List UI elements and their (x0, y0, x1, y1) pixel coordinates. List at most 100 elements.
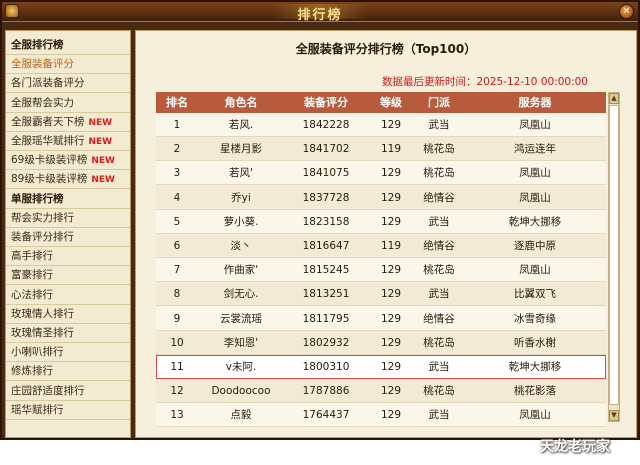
scroll-down-arrow-icon[interactable]: ▼ (609, 410, 619, 421)
sidebar-item-label: 全服帮会实力 (11, 96, 74, 109)
ranking-panel: 全服装备评分排行榜（Top100） 数据最后更新时间：2025-12-10 00… (135, 30, 637, 438)
new-badge: NEW (91, 175, 115, 186)
sidebar-item[interactable]: 装备评分排行 (6, 228, 130, 247)
sidebar-item[interactable]: 瑶华赋排行 (6, 401, 130, 420)
ranking-window: 排行榜 ✕ 全服排行榜 全服装备评分 各门派装备评分 全服帮会实力 全服霸者天下榜 NEW… (0, 0, 640, 440)
table-cell: 桃花岛 (423, 336, 455, 349)
table-cell: 凤凰山 (519, 167, 551, 180)
sidebar-item-label: 小喇叭排行 (11, 346, 64, 359)
sidebar-item[interactable]: 全服瑶华赋排行 NEW (6, 132, 130, 151)
update-time-label: 数据最后更新时间：2025-12-10 00:00:00 (381, 76, 588, 88)
table-cell: 4 (173, 191, 181, 204)
sidebar-section-header: 全服排行榜 (6, 36, 130, 55)
table-cell: 9 (173, 312, 181, 325)
scroll-up-arrow-icon[interactable]: ▲ (609, 93, 619, 104)
column-header[interactable]: 装备评分 (284, 92, 368, 113)
sidebar-item-label: 玫瑰情人排行 (11, 307, 74, 320)
table-cell: 鸿运连年 (514, 143, 556, 156)
sidebar-item-label: 富豪排行 (11, 269, 53, 282)
column-header[interactable]: 排名 (156, 92, 198, 113)
table-cell: 若风. (228, 119, 254, 131)
sidebar-item[interactable]: 高手排行 (6, 247, 130, 267)
sidebar-item[interactable]: 玫瑰情人排行 (6, 305, 130, 324)
watermark: 天龙老玩家 (540, 439, 610, 455)
table-cell: 3 (173, 167, 181, 180)
table-cell: 1764437 (302, 409, 350, 422)
sidebar-item-label: 庄园舒适度排行 (11, 384, 85, 397)
sidebar-item[interactable]: 全服霸者天下榜 NEW (6, 113, 130, 132)
sidebar-section-header: 单服排行榜 (6, 190, 130, 209)
table-cell: 1841702 (302, 143, 350, 156)
table-cell: 冰雪奇缘 (514, 312, 556, 325)
table-row[interactable]: 13 点毅 1764437 129 武当 凤凰山 (156, 403, 606, 428)
table-row[interactable]: 1 若风. 1842228 129 武当 凤凰山 (156, 113, 606, 137)
new-badge: NEW (88, 137, 113, 147)
column-header[interactable]: 门派 (414, 92, 464, 113)
table-cell: 13 (170, 409, 184, 422)
table-cell: 星楼月影 (220, 143, 262, 156)
table-cell: 乔yi (231, 191, 251, 204)
sidebar-item[interactable]: 修炼排行 (6, 362, 130, 382)
sidebar-item[interactable]: 玫瑰情圣排行 (6, 324, 130, 343)
table-cell: 1811795 (302, 312, 350, 325)
sidebar-item[interactable]: 小喇叭排行 (6, 343, 130, 363)
sidebar-item-label: 修炼排行 (11, 365, 53, 378)
table-cell: 桃花岛 (423, 385, 455, 398)
table-row[interactable]: 8 剑无心. 1813251 129 武当 比翼双飞 (156, 282, 606, 307)
table-row[interactable]: 11 v未阿. 1800310 129 武当 乾坤大挪移 (156, 355, 606, 379)
table-row[interactable]: 4 乔yi 1837728 129 绝情谷 凤凰山 (156, 185, 606, 210)
sidebar-item[interactable]: 89级卡级装评榜 NEW (6, 170, 130, 190)
table-cell: 桃花岛 (423, 264, 455, 277)
table-cell: 桃花岛 (423, 167, 455, 180)
table-row[interactable]: 10 李知恩' 1802932 129 桃花岛 听香水榭 (156, 330, 606, 355)
table-row[interactable]: 9 云裳流瑶 1811795 129 绝情谷 冰雪奇缘 (156, 306, 606, 331)
table-row[interactable]: 3 若风' 1841075 129 桃花岛 凤凰山 (156, 161, 606, 186)
sidebar-item-label: 帮会实力排行 (11, 211, 74, 224)
ranking-title: 全服装备评分排行榜（Top100） (295, 42, 477, 56)
sidebar-item-label: 89级卡级装评榜 (11, 173, 88, 186)
table-cell: 绝情谷 (423, 191, 455, 204)
table-cell: 萝小葵. (223, 215, 259, 228)
table-cell: 129 (380, 167, 402, 180)
column-header[interactable]: 角色名 (198, 92, 284, 113)
sidebar-item-label: 瑶华赋排行 (11, 403, 64, 416)
table-row[interactable]: 12 Doodoocoo 1787886 129 桃花岛 桃花影落 (156, 379, 606, 404)
table-cell: 绝情谷 (423, 312, 455, 325)
sidebar-item[interactable]: 全服帮会实力 (6, 94, 130, 113)
table-cell: 云裳流瑶 (220, 312, 262, 325)
table-cell: 绝情谷 (423, 240, 455, 252)
sidebar-item-label: 心法排行 (11, 288, 53, 301)
table-row[interactable]: 5 萝小葵. 1823158 129 武当 乾坤大挪移 (156, 209, 606, 234)
table-cell: 1842228 (302, 119, 350, 131)
sidebar-item[interactable]: 富豪排行 (6, 266, 130, 286)
close-button[interactable]: ✕ (619, 4, 634, 19)
sidebar-item[interactable]: 69级卡级装评榜 NEW (6, 151, 130, 171)
table-row[interactable]: 6 淡丶 1816647 119 绝情谷 逐鹿中原 (156, 234, 606, 258)
column-header[interactable]: 等级 (368, 92, 414, 113)
sidebar-item[interactable]: 全服装备评分 (6, 55, 130, 75)
table-cell: 119 (380, 240, 402, 252)
sidebar-item[interactable]: 帮会实力排行 (6, 209, 130, 228)
table-cell: 2 (173, 143, 181, 156)
table-cell: 5 (173, 215, 181, 228)
sidebar-item[interactable]: 各门派装备评分 (6, 74, 130, 94)
sidebar-item[interactable]: 心法排行 (6, 286, 130, 305)
table-cell: 1823158 (302, 215, 350, 228)
table-cell: 1787886 (302, 385, 350, 398)
table-cell: 若风' (229, 167, 253, 180)
table-row[interactable]: 7 作曲家' 1815245 129 桃花岛 凤凰山 (156, 258, 606, 283)
sidebar-item-label: 单服排行榜 (11, 192, 64, 205)
table-cell: 1837728 (302, 191, 350, 204)
scrollbar[interactable]: ▲ ▼ (608, 92, 620, 422)
table-cell: 129 (380, 191, 402, 204)
table-row[interactable]: 2 星楼月影 1841702 119 桃花岛 鸿运连年 (156, 137, 606, 162)
table-cell: 1813251 (302, 288, 350, 301)
table-cell: 10 (170, 336, 184, 349)
scroll-thumb[interactable] (609, 105, 619, 405)
sidebar-item[interactable]: 庄园舒适度排行 (6, 382, 130, 401)
new-badge: NEW (91, 156, 115, 167)
new-badge: NEW (88, 117, 113, 128)
column-header[interactable]: 服务器 (464, 92, 606, 113)
sidebar-item-label: 装备评分排行 (11, 231, 74, 243)
ranking-sidebar: 全服排行榜 全服装备评分 各门派装备评分全服帮会实力全服霸者天下榜 NEW 全服瑶华赋排… (5, 30, 131, 438)
